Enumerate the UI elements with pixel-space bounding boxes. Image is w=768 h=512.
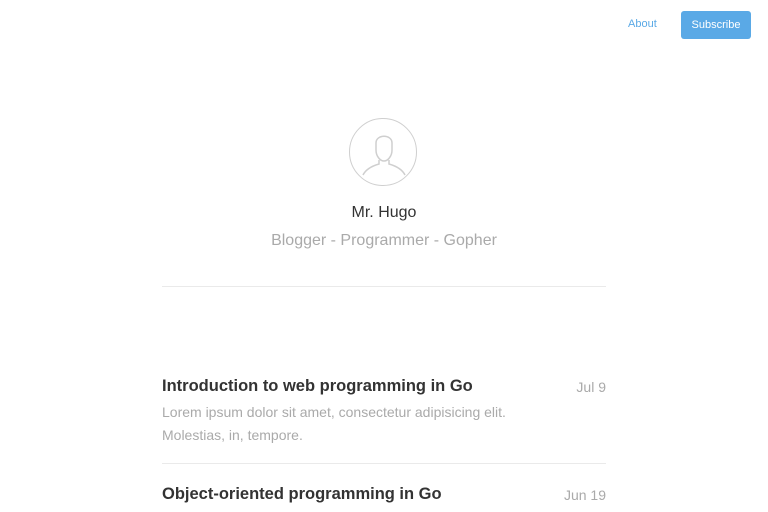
post-title-link[interactable]: Introduction to web programming in Go (162, 377, 473, 396)
post-date: Jul 9 (576, 379, 606, 395)
author-name: Mr. Hugo (351, 204, 417, 221)
post-title-link[interactable]: Object-oriented programming in Go (162, 485, 442, 504)
about-link[interactable]: About (628, 18, 657, 30)
user-silhouette-icon (362, 135, 406, 176)
blog-page: About Subscribe Mr. Hugo Blogger - Progr… (0, 0, 768, 512)
subscribe-button[interactable]: Subscribe (681, 11, 751, 39)
post-date: Jun 19 (563, 487, 606, 503)
header-divider (162, 286, 606, 287)
author-tagline: Blogger - Programmer - Gopher (271, 232, 497, 249)
post-divider (162, 463, 606, 464)
avatar (349, 118, 417, 186)
post-excerpt: Lorem ipsum dolor sit amet, consectetur … (162, 404, 506, 443)
